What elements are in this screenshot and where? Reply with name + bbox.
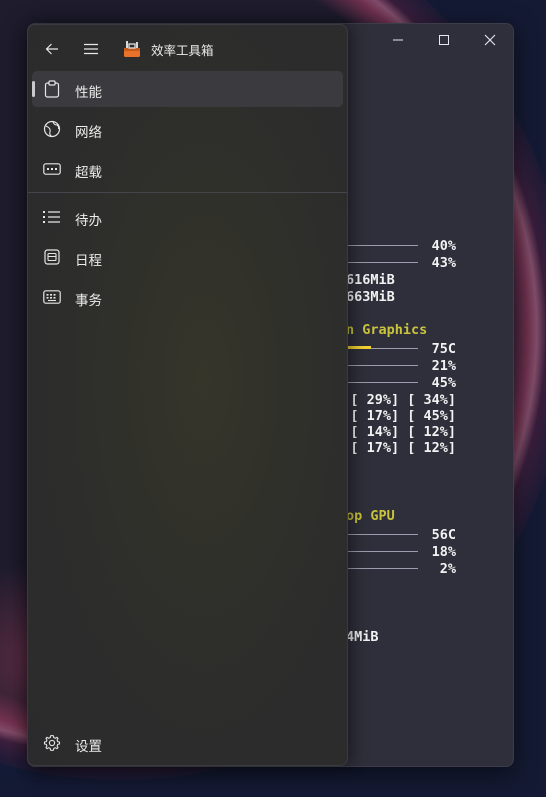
nav-item-todo[interactable]: 待办: [32, 199, 343, 235]
back-arrow-icon: [45, 43, 58, 55]
calendar-icon: [44, 249, 60, 265]
igpu-core-row: [ 14%] [ 12%]: [350, 424, 456, 440]
dgpu-name: op GPU: [346, 508, 395, 524]
igpu-util-value: 21%: [431, 358, 456, 374]
nav-item-performance[interactable]: 性能: [32, 71, 343, 107]
nav-item-label: 超载: [75, 165, 102, 181]
nav-item-schedule[interactable]: 日程: [32, 239, 343, 275]
list-icon: [43, 211, 60, 223]
keyboard-grid-icon: [43, 290, 61, 304]
nav-item-affairs[interactable]: 事务: [32, 279, 343, 315]
nav-item-label: 性能: [75, 85, 102, 101]
dgpu-temp-value: 56C: [431, 527, 456, 543]
menu-toggle-button[interactable]: [75, 33, 107, 65]
cpu-bar-1: [346, 245, 418, 246]
memory-line-1: 616MiB: [346, 272, 395, 288]
hamburger-icon: [84, 43, 98, 55]
back-button[interactable]: [36, 33, 68, 65]
cpu-bar-2-value: 43%: [431, 255, 456, 271]
dgpu-temp-bar: [346, 534, 418, 535]
dgpu-mem-bar: [346, 568, 418, 569]
igpu-core-row: [ 29%] [ 34%]: [350, 392, 456, 408]
dgpu-util-value: 18%: [431, 544, 456, 560]
gear-icon: [43, 734, 61, 752]
selection-indicator: [32, 81, 35, 97]
dgpu-mem-used: 4MiB: [346, 629, 379, 645]
cpu-bar-2: [346, 262, 418, 263]
igpu-mem-value: 45%: [431, 375, 456, 391]
igpu-temp-value: 75C: [431, 341, 456, 357]
app-title: 效率工具箱: [151, 43, 214, 58]
nav-item-overload[interactable]: 超载: [32, 151, 343, 187]
nav-item-network[interactable]: 网络: [32, 111, 343, 147]
pane-header: 效率工具箱: [28, 25, 347, 71]
igpu-mem-bar: [346, 382, 418, 383]
nav-separator: [28, 192, 347, 193]
dgpu-util-bar: [346, 551, 418, 552]
igpu-core-row: [ 17%] [ 45%]: [350, 408, 456, 424]
nav-item-label: 日程: [75, 253, 102, 269]
dgpu-mem-value: 2%: [439, 561, 456, 577]
nav-item-settings[interactable]: 设置: [32, 725, 343, 761]
toolbox-icon: [124, 41, 140, 57]
igpu-name: n Graphics: [346, 322, 428, 338]
cpu-bar-1-value: 40%: [431, 238, 456, 254]
nav-item-label: 网络: [75, 125, 102, 141]
memory-line-2: 663MiB: [346, 289, 395, 305]
nav-item-label: 事务: [75, 293, 102, 309]
globe-icon: [43, 120, 61, 138]
igpu-core-row: [ 17%] [ 12%]: [350, 440, 456, 456]
igpu-util-bar: [346, 365, 418, 366]
igpu-temp-bar-fill: [346, 346, 371, 349]
clipboard-icon: [44, 80, 60, 98]
nav-item-label: 待办: [75, 213, 102, 229]
keyboard-icon: [43, 163, 61, 175]
navigation-pane: 效率工具箱 性能 网络 超载 待办 日程 事务 设置: [27, 24, 348, 766]
nav-item-label: 设置: [75, 739, 102, 755]
